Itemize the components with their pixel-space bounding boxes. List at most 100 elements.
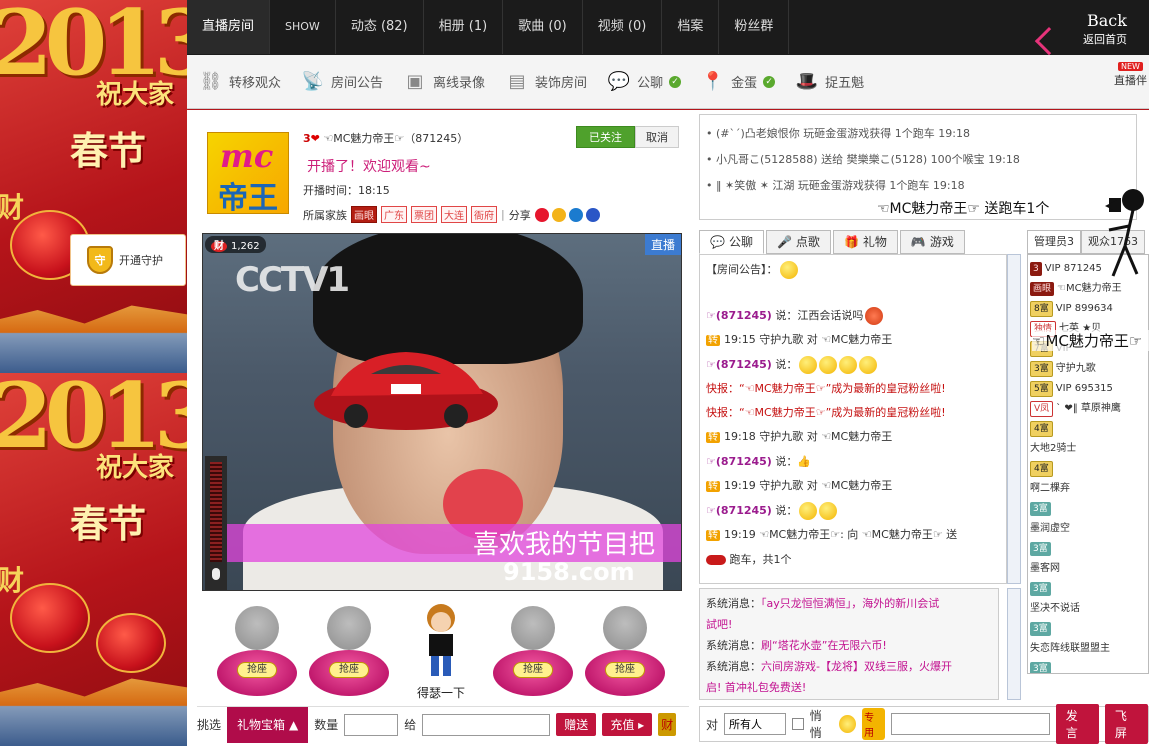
wealth-button[interactable]: 财 [658, 713, 677, 736]
user-level-badge: 3富 [1030, 622, 1051, 636]
cartoon-doll-icon [427, 604, 455, 676]
paw-icon[interactable] [585, 207, 600, 222]
grab-seat-button[interactable]: 抢座 [605, 662, 645, 678]
tab-public-chat[interactable]: 💬 公聊 [699, 230, 764, 254]
fly-screen-button[interactable]: 飞屏 [1104, 704, 1149, 744]
grab-seat-button[interactable]: 抢座 [513, 662, 553, 678]
user-row[interactable]: 大地2骑士 [1030, 439, 1146, 459]
user-row[interactable]: 4富 [1030, 419, 1146, 439]
back-home-button[interactable]: Back 返回首页 [1034, 0, 1149, 56]
family-tag[interactable]: 画眼 [351, 206, 377, 223]
microphone-icon [212, 568, 220, 580]
followed-button[interactable]: 已关注 [576, 126, 635, 148]
user-row[interactable]: 3富 [1030, 539, 1146, 559]
recipient-input[interactable] [422, 713, 551, 736]
tab-live-room[interactable]: 直播房间 [187, 0, 271, 54]
gift-box-label: 礼物宝箱 [237, 717, 286, 732]
system-link[interactable]: 刷“塔花水壶”在无限六币! [761, 639, 887, 652]
chat-user[interactable]: ☞(871245) [706, 358, 772, 371]
chat-user[interactable]: ☞(871245) [706, 455, 772, 468]
chat-user[interactable]: ☞(871245) [706, 504, 772, 517]
catch-five-button[interactable]: 🎩 捉五魁 [795, 70, 864, 94]
live-companion-button[interactable]: NEW 直播伴 [1114, 59, 1147, 88]
tab-gifts[interactable]: 🎁 礼物 [832, 230, 898, 254]
user-row[interactable]: 坚决不说话 [1030, 599, 1146, 619]
send-bar: 对 悄悄 专用 发言 飞屏 [699, 704, 1149, 744]
offline-recording-button[interactable]: ▣ 离线录像 [403, 70, 486, 94]
tab-admins[interactable]: 管理员3 [1027, 230, 1081, 254]
system-message: 試吧! [706, 614, 992, 635]
user-row[interactable]: V凤 ` ❤‖ 草原神鹰 [1030, 399, 1146, 419]
transfer-audience-button[interactable]: ⛓ 转移观众 [199, 70, 281, 94]
tab-song-request[interactable]: 🎤 点歌 [765, 230, 831, 254]
grab-seat-button[interactable]: 抢座 [237, 662, 277, 678]
system-link[interactable]: 六间房游戏-【龙将】双线三服，火爆开 [761, 660, 952, 673]
system-link[interactable]: 「ay只龙恒恒满恒」，海外的新川会试 [761, 597, 939, 610]
seat: 得瑟一下 [401, 600, 481, 700]
open-guard-button[interactable]: 守 开通守护 [70, 234, 186, 286]
decorate-room-button[interactable]: ▤ 装饰房间 [505, 70, 588, 94]
tab-show[interactable]: SHOW [270, 0, 336, 54]
special-button[interactable]: 专用 [862, 708, 886, 740]
send-message-button[interactable]: 发言 [1055, 704, 1099, 744]
system-message: 系统消息：「ay只龙恒恒满恒」，海外的新川会试 [706, 593, 992, 614]
public-chat-toggle[interactable]: 💬 公聊 ✓ [607, 70, 682, 94]
chat-bubble-icon: 💬 [607, 71, 631, 92]
system-link[interactable]: 启! 首冲礼包免费送! [706, 681, 806, 694]
family-tag[interactable]: 广东 [381, 206, 407, 223]
user-row[interactable]: 3富 [1030, 579, 1146, 599]
toolbar-label: 金蛋 [731, 76, 758, 91]
tab-album[interactable]: 相册 (1) [424, 0, 504, 54]
chat-input[interactable] [891, 713, 1050, 735]
system-label: 系统消息： [706, 660, 761, 673]
system-link[interactable]: 試吧! [706, 618, 732, 631]
chat-user[interactable]: ☞(871245) [706, 309, 772, 322]
family-tag[interactable]: 大连 [441, 206, 467, 223]
user-row[interactable]: 4富 [1030, 459, 1146, 479]
avatar-placeholder-icon [511, 606, 555, 650]
room-announcement-button[interactable]: 📡 房间公告 [301, 70, 383, 94]
recharge-button[interactable]: 充值 ▸ [602, 713, 653, 736]
tab-activity[interactable]: 动态 (82) [336, 0, 424, 54]
family-tag[interactable]: 票团 [411, 206, 437, 223]
family-tag[interactable]: 衙府 [471, 206, 497, 223]
weibo-icon[interactable] [534, 207, 549, 222]
whisper-checkbox[interactable] [792, 718, 804, 730]
system-scrollbar[interactable] [1007, 588, 1021, 700]
emoji-button[interactable] [838, 715, 857, 733]
user-row[interactable]: 墨润虚空 [1030, 519, 1146, 539]
video-player[interactable]: CCTV1 喜欢我的节目把 9158.com 直播 财 1,262 [202, 233, 682, 591]
transfer-badge: 转 [706, 432, 720, 443]
qzone-icon[interactable] [551, 207, 566, 222]
chat-scrollbar[interactable] [1007, 254, 1021, 584]
room-toolbar: ⛓ 转移观众 📡 房间公告 ▣ 离线录像 ▤ 装饰房间 💬 公聊 ✓ 📍 金蛋 ✓ 🎩 捉五魁 N… [187, 55, 1149, 109]
p-icon[interactable] [568, 207, 583, 222]
lantern-icon [96, 613, 166, 673]
user-row[interactable]: 5富 VIP 695315 [1030, 379, 1146, 399]
user-row[interactable]: 失恋阵线联盟盟主 [1030, 639, 1146, 659]
golden-egg-toggle[interactable]: 📍 金蛋 ✓ [701, 70, 776, 94]
user-row[interactable]: 墨客网 [1030, 559, 1146, 579]
grab-seat-button[interactable]: 抢座 [329, 662, 369, 678]
show-off-button[interactable]: 得瑟一下 [401, 684, 481, 701]
tab-profile[interactable]: 档案 [662, 0, 720, 54]
user-row[interactable]: 啊二棵弃 [1030, 479, 1146, 499]
gift-box-dropdown[interactable]: 礼物宝箱 ▲ [227, 706, 309, 743]
user-row[interactable]: 3富 [1030, 619, 1146, 639]
tab-songs[interactable]: 歌曲 (0) [503, 0, 583, 54]
tab-fan-group[interactable]: 粉丝群 [719, 0, 790, 54]
banner-top: 2013 祝大家 春节 财 [0, 0, 188, 373]
volume-meter[interactable] [205, 456, 227, 590]
anchor-avatar[interactable]: mc 帝王 [207, 132, 289, 216]
tab-games[interactable]: 🎮 游戏 [899, 230, 965, 254]
quantity-input[interactable] [344, 713, 399, 736]
give-gift-button[interactable]: 赠送 [556, 713, 597, 736]
tab-videos[interactable]: 视频 (0) [583, 0, 663, 54]
recharge-label: 充值 [610, 718, 635, 732]
target-select[interactable] [724, 713, 787, 735]
user-row[interactable]: 3富 [1030, 659, 1146, 673]
unfollow-button[interactable]: 取消 [635, 126, 679, 148]
chat-text: ☜MC魅力帝王☞: 向 ☜MC魅力帝王☞ 送 [759, 528, 958, 541]
user-row[interactable]: 3富 [1030, 499, 1146, 519]
gift-notice-banner: ☜MC魅力帝王☞ 送跑车1个 [877, 198, 1050, 218]
